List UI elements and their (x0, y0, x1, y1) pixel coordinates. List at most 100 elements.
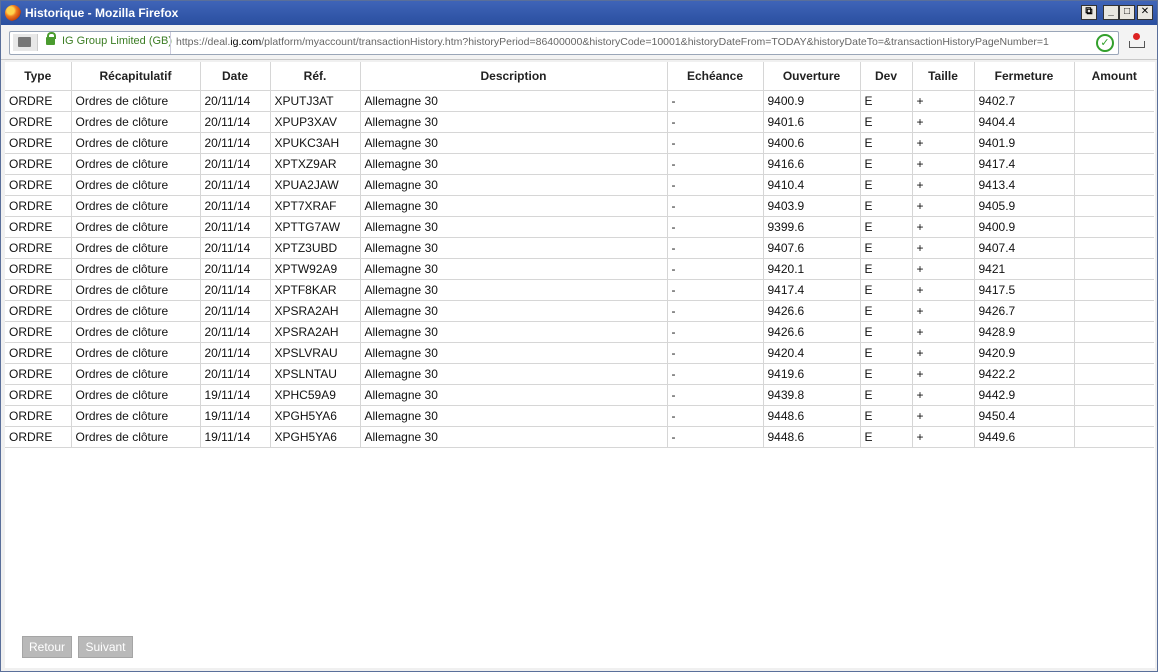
restore-icon[interactable]: ⧉ (1081, 5, 1097, 20)
url-text[interactable]: https://deal.ig.com/platform/myaccount/t… (176, 36, 1086, 48)
cell-ref: XPSRA2AH (269, 300, 360, 322)
cell-dev: E (859, 153, 912, 175)
cell-dev: E (859, 300, 912, 322)
cell-taille: + (911, 258, 974, 280)
cell-fermeture: 9401.9 (973, 132, 1074, 154)
page-icon[interactable] (13, 34, 38, 51)
cell-taille: + (911, 195, 974, 217)
cell-recap: Ordres de clôture (70, 279, 200, 301)
site-identity[interactable]: IG Group Limited (GB) (62, 35, 172, 47)
cell-type: ORDRE (5, 363, 71, 385)
browser-window: Historique - Mozilla Firefox ⧉ _ □ ✕ IG … (0, 0, 1158, 672)
cell-recap: Ordres de clôture (70, 426, 200, 448)
cell-amount (1073, 342, 1154, 364)
cell-ouverture: 9419.6 (762, 363, 860, 385)
cell-amount (1073, 237, 1154, 259)
title-bar: Historique - Mozilla Firefox ⧉ _ □ ✕ (1, 1, 1157, 25)
cell-description: Allemagne 30 (359, 132, 667, 154)
cell-amount (1073, 258, 1154, 280)
cell-type: ORDRE (5, 111, 71, 133)
column-header-ref: Réf. (269, 62, 360, 91)
cell-fermeture: 9442.9 (973, 384, 1074, 406)
table-row: ORDRE Ordres de clôture 20/11/14 XPUP3XAV Al… (5, 111, 1154, 133)
cell-type: ORDRE (5, 258, 71, 280)
cell-date: 20/11/14 (199, 321, 270, 343)
column-header-amount: Amount (1073, 62, 1154, 91)
cell-fermeture: 9402.7 (973, 90, 1074, 112)
cell-type: ORDRE (5, 384, 71, 406)
cell-dev: E (859, 174, 912, 196)
addon-icon[interactable] (1129, 33, 1145, 49)
url-domain: ig.com (230, 36, 262, 48)
cell-recap: Ordres de clôture (70, 384, 200, 406)
cell-description: Allemagne 30 (359, 195, 667, 217)
previous-button[interactable]: Retour (22, 636, 73, 658)
column-header-type: Type (5, 62, 71, 91)
next-button[interactable]: Suivant (78, 636, 133, 658)
cell-ref: XPTF8KAR (269, 279, 360, 301)
cell-date: 20/11/14 (199, 132, 270, 154)
cell-taille: + (911, 153, 974, 175)
cell-recap: Ordres de clôture (70, 90, 200, 112)
cell-fermeture: 9413.4 (973, 174, 1074, 196)
table-row: ORDRE Ordres de clôture 19/11/14 XPGH5YA6 Al… (5, 405, 1154, 427)
cell-taille: + (911, 363, 974, 385)
cell-taille: + (911, 405, 974, 427)
cell-amount (1073, 111, 1154, 133)
table-row: ORDRE Ordres de clôture 20/11/14 XPTF8KAR Al… (5, 279, 1154, 301)
column-header-recap: Récapitulatif (70, 62, 200, 91)
cell-ouverture: 9426.6 (762, 300, 860, 322)
cell-type: ORDRE (5, 153, 71, 175)
cell-dev: E (859, 363, 912, 385)
cell-echeance: - (666, 216, 763, 238)
cell-fermeture: 9407.4 (973, 237, 1074, 259)
cell-fermeture: 9400.9 (973, 216, 1074, 238)
table-row: ORDRE Ordres de clôture 20/11/14 XPT7XRAF Al… (5, 195, 1154, 217)
cell-ouverture: 9400.9 (762, 90, 860, 112)
cell-echeance: - (666, 321, 763, 343)
cell-recap: Ordres de clôture (70, 132, 200, 154)
cell-dev: E (859, 132, 912, 154)
cell-type: ORDRE (5, 300, 71, 322)
cell-description: Allemagne 30 (359, 111, 667, 133)
cell-description: Allemagne 30 (359, 153, 667, 175)
cell-ref: XPTXZ9AR (269, 153, 360, 175)
column-header-dev: Dev (859, 62, 912, 91)
table-row: ORDRE Ordres de clôture 20/11/14 XPSRA2AH Al… (5, 300, 1154, 322)
lock-icon (46, 32, 56, 45)
cell-description: Allemagne 30 (359, 174, 667, 196)
cell-ouverture: 9420.1 (762, 258, 860, 280)
cell-date: 20/11/14 (199, 279, 270, 301)
cell-echeance: - (666, 90, 763, 112)
cell-ouverture: 9448.6 (762, 405, 860, 427)
cell-recap: Ordres de clôture (70, 258, 200, 280)
close-button[interactable]: ✕ (1137, 5, 1153, 20)
cell-dev: E (859, 342, 912, 364)
check-icon[interactable]: ✓ (1096, 34, 1114, 52)
cell-type: ORDRE (5, 279, 71, 301)
cell-date: 20/11/14 (199, 111, 270, 133)
cell-recap: Ordres de clôture (70, 363, 200, 385)
address-bar[interactable]: IG Group Limited (GB) https://deal.ig.co… (9, 31, 1119, 55)
cell-dev: E (859, 384, 912, 406)
cell-recap: Ordres de clôture (70, 174, 200, 196)
maximize-button[interactable]: □ (1119, 5, 1135, 20)
cell-ouverture: 9400.6 (762, 132, 860, 154)
cell-echeance: - (666, 426, 763, 448)
cell-ouverture: 9407.6 (762, 237, 860, 259)
minimize-button[interactable]: _ (1103, 5, 1119, 20)
cell-dev: E (859, 216, 912, 238)
column-header-echeance: Echéance (666, 62, 763, 91)
cell-ouverture: 9416.6 (762, 153, 860, 175)
cell-taille: + (911, 237, 974, 259)
table-row: ORDRE Ordres de clôture 20/11/14 XPTZ3UBD Al… (5, 237, 1154, 259)
cell-amount (1073, 174, 1154, 196)
cell-ref: XPUKC3AH (269, 132, 360, 154)
cell-description: Allemagne 30 (359, 237, 667, 259)
cell-ouverture: 9448.6 (762, 426, 860, 448)
cell-ouverture: 9403.9 (762, 195, 860, 217)
cell-taille: + (911, 216, 974, 238)
cell-amount (1073, 321, 1154, 343)
cell-ref: XPUA2JAW (269, 174, 360, 196)
cell-ref: XPSRA2AH (269, 321, 360, 343)
